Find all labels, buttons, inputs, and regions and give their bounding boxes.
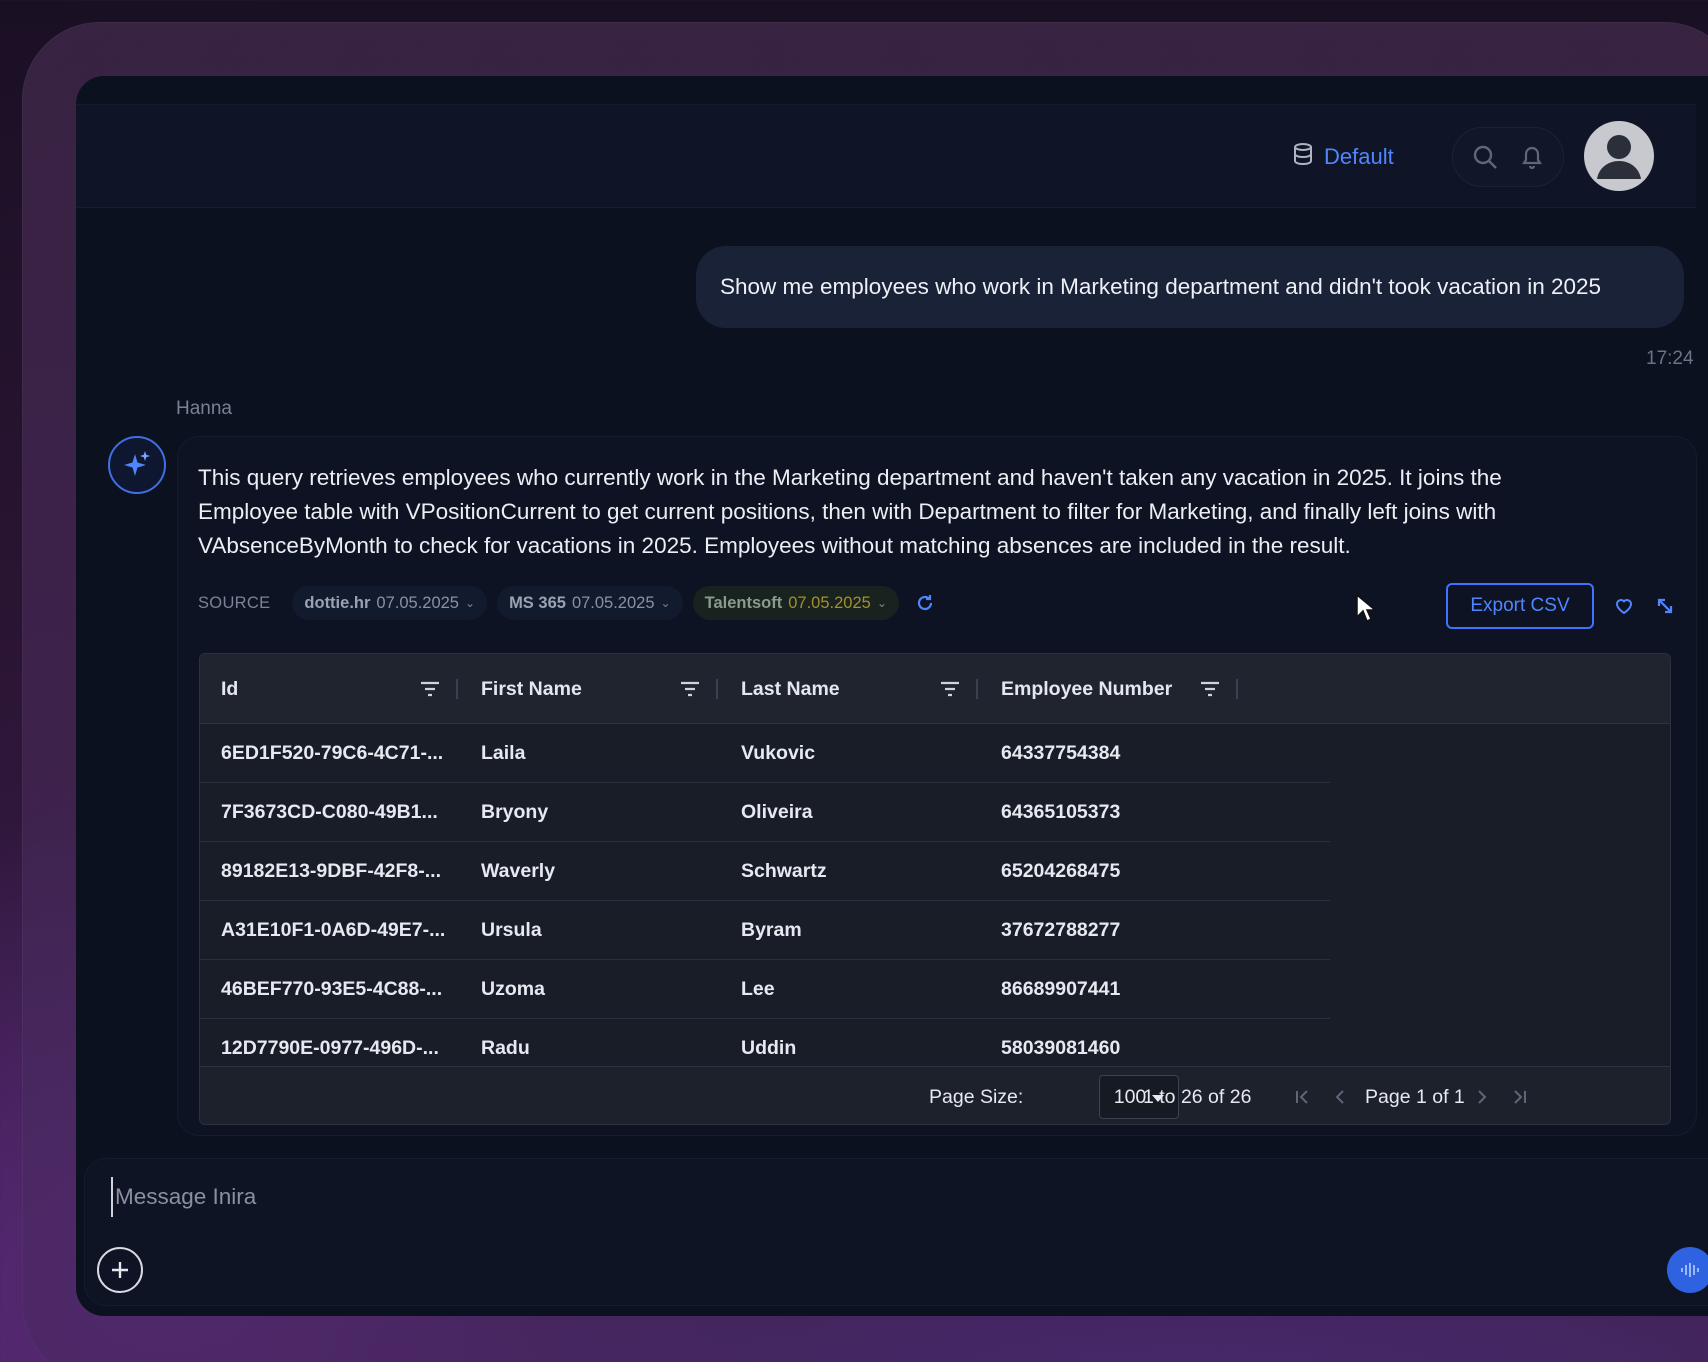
source-chip-ms365[interactable]: MS 365 07.05.2025 ⌄ xyxy=(497,586,683,620)
chevron-down-icon: ⌄ xyxy=(660,596,671,610)
cell-last-name: Lee xyxy=(741,978,775,1000)
column-resize-handle[interactable] xyxy=(1236,679,1238,699)
filter-icon[interactable] xyxy=(418,678,442,700)
cell-last-name: Vukovic xyxy=(741,742,816,764)
page-size-value: 100 xyxy=(1113,1085,1147,1108)
column-header-last-name[interactable]: Last Name xyxy=(741,654,840,724)
cell-first-name: Radu xyxy=(481,1037,530,1059)
export-csv-button[interactable]: Export CSV xyxy=(1446,583,1594,629)
cell-first-name: Uzoma xyxy=(481,978,545,1000)
cell-first-name: Bryony xyxy=(481,801,549,823)
cell-last-name: Oliveira xyxy=(741,801,813,823)
next-page-icon[interactable] xyxy=(1470,1085,1494,1109)
header-icon-group xyxy=(1452,127,1564,187)
plus-icon[interactable] xyxy=(97,1247,143,1293)
column-header-employee-number[interactable]: Employee Number xyxy=(1001,654,1172,724)
table-row[interactable]: 46BEF770-93E5-4C88-... Uzoma Lee 8668990… xyxy=(200,960,1330,1019)
mouse-cursor-icon xyxy=(1356,593,1377,623)
cell-id: 89182E13-9DBF-42F8-... xyxy=(221,860,442,882)
user-avatar[interactable] xyxy=(1584,121,1654,191)
table-pagination: Page Size: 100 1 to 26 of 26 Page 1 of 1 xyxy=(200,1066,1670,1124)
cell-id: A31E10F1-0A6D-49E7-... xyxy=(221,919,446,941)
user-message-bubble: Show me employees who work in Marketing … xyxy=(696,246,1684,328)
source-name: Talentsoft xyxy=(704,593,783,612)
cell-last-name: Uddin xyxy=(741,1037,797,1059)
search-icon[interactable] xyxy=(1465,137,1505,177)
source-date: 07.05.2025 xyxy=(788,593,871,612)
source-date: 07.05.2025 xyxy=(376,593,459,612)
assistant-name: Hanna xyxy=(176,398,232,419)
source-name: MS 365 xyxy=(509,593,566,612)
filter-icon[interactable] xyxy=(678,678,702,700)
database-icon xyxy=(1292,142,1314,172)
cell-id: 7F3673CD-C080-49B1... xyxy=(221,801,438,823)
filter-icon[interactable] xyxy=(938,678,962,700)
cell-employee-number: 64337754384 xyxy=(1001,742,1121,764)
source-label: SOURCE xyxy=(198,593,271,612)
database-selector[interactable]: Default xyxy=(1292,137,1394,177)
column-resize-handle[interactable] xyxy=(456,679,458,699)
source-chip-talentsoft[interactable]: Talentsoft 07.05.2025 ⌄ xyxy=(692,586,899,620)
cell-employee-number: 86689907441 xyxy=(1001,978,1121,1000)
column-resize-handle[interactable] xyxy=(716,679,718,699)
table-row[interactable]: 12D7790E-0977-496D-... Radu Uddin 580390… xyxy=(200,1019,1330,1066)
column-resize-handle[interactable] xyxy=(976,679,978,699)
assistant-response-card: This query retrieves employees who curre… xyxy=(177,436,1697,1136)
sparkle-icon xyxy=(108,436,166,494)
expand-icon[interactable] xyxy=(1651,592,1679,620)
chevron-down-icon: ⌄ xyxy=(876,596,887,610)
cell-employee-number: 64365105373 xyxy=(1001,801,1121,823)
cell-last-name: Schwartz xyxy=(741,860,827,882)
cell-id: 6ED1F520-79C6-4C71-... xyxy=(221,742,444,764)
bell-icon[interactable] xyxy=(1512,137,1552,177)
cell-employee-number: 65204268475 xyxy=(1001,860,1121,882)
column-header-first-name[interactable]: First Name xyxy=(481,654,582,724)
user-silhouette-icon xyxy=(1597,135,1641,179)
database-label: Default xyxy=(1324,144,1394,169)
cell-id: 12D7790E-0977-496D-... xyxy=(221,1037,439,1059)
refresh-icon[interactable] xyxy=(913,591,937,615)
app-window: Default Show me employees who work in Ma… xyxy=(76,76,1708,1316)
results-table: Id First Name Last Name Employee Number … xyxy=(199,653,1671,1125)
message-composer xyxy=(84,1158,1708,1306)
table-row[interactable]: 7F3673CD-C080-49B1... Bryony Oliveira 64… xyxy=(200,783,1330,842)
source-name: dottie.hr xyxy=(304,593,371,612)
cell-last-name: Byram xyxy=(741,919,802,941)
cell-id: 46BEF770-93E5-4C88-... xyxy=(221,978,443,1000)
column-header-id[interactable]: Id xyxy=(221,654,238,724)
table-header: Id First Name Last Name Employee Number xyxy=(200,654,1670,724)
user-message-text: Show me employees who work in Marketing … xyxy=(720,274,1602,299)
cell-first-name: Laila xyxy=(481,742,526,764)
chevron-down-icon: ⌄ xyxy=(465,596,476,610)
source-row: SOURCE dottie.hr 07.05.2025 ⌄ MS 365 07.… xyxy=(198,585,937,621)
cell-employee-number: 58039081460 xyxy=(1001,1037,1121,1059)
first-page-icon[interactable] xyxy=(1290,1085,1314,1109)
table-row[interactable]: A31E10F1-0A6D-49E7-... Ursula Byram 3767… xyxy=(200,901,1330,960)
message-input[interactable] xyxy=(111,1177,1311,1217)
cell-employee-number: 37672788277 xyxy=(1001,919,1121,941)
page-size-label: Page Size: xyxy=(929,1085,1024,1108)
table-row[interactable]: 6ED1F520-79C6-4C71-... Laila Vukovic 643… xyxy=(200,724,1330,783)
top-bar: Default xyxy=(76,104,1696,208)
previous-page-icon[interactable] xyxy=(1328,1085,1352,1109)
message-timestamp: 17:24 xyxy=(1646,348,1694,369)
heart-icon[interactable] xyxy=(1610,592,1638,620)
source-chip-dottie[interactable]: dottie.hr 07.05.2025 ⌄ xyxy=(292,586,488,620)
table-row[interactable]: 89182E13-9DBF-42F8-... Waverly Schwartz … xyxy=(200,842,1330,901)
source-date: 07.05.2025 xyxy=(571,593,655,612)
page-indicator: Page 1 of 1 xyxy=(1365,1085,1465,1108)
filter-icon[interactable] xyxy=(1198,678,1222,700)
last-page-icon[interactable] xyxy=(1508,1085,1532,1109)
table-body: 6ED1F520-79C6-4C71-... Laila Vukovic 643… xyxy=(200,724,1670,1066)
assistant-response-text: This query retrieves employees who curre… xyxy=(198,465,1502,558)
cell-first-name: Waverly xyxy=(481,860,556,882)
chat-thread: Show me employees who work in Marketing … xyxy=(76,208,1708,1158)
row-range-text: 1 to 26 of 26 xyxy=(1143,1085,1252,1108)
cell-first-name: Ursula xyxy=(481,919,542,941)
voice-wave-icon[interactable] xyxy=(1667,1247,1708,1293)
